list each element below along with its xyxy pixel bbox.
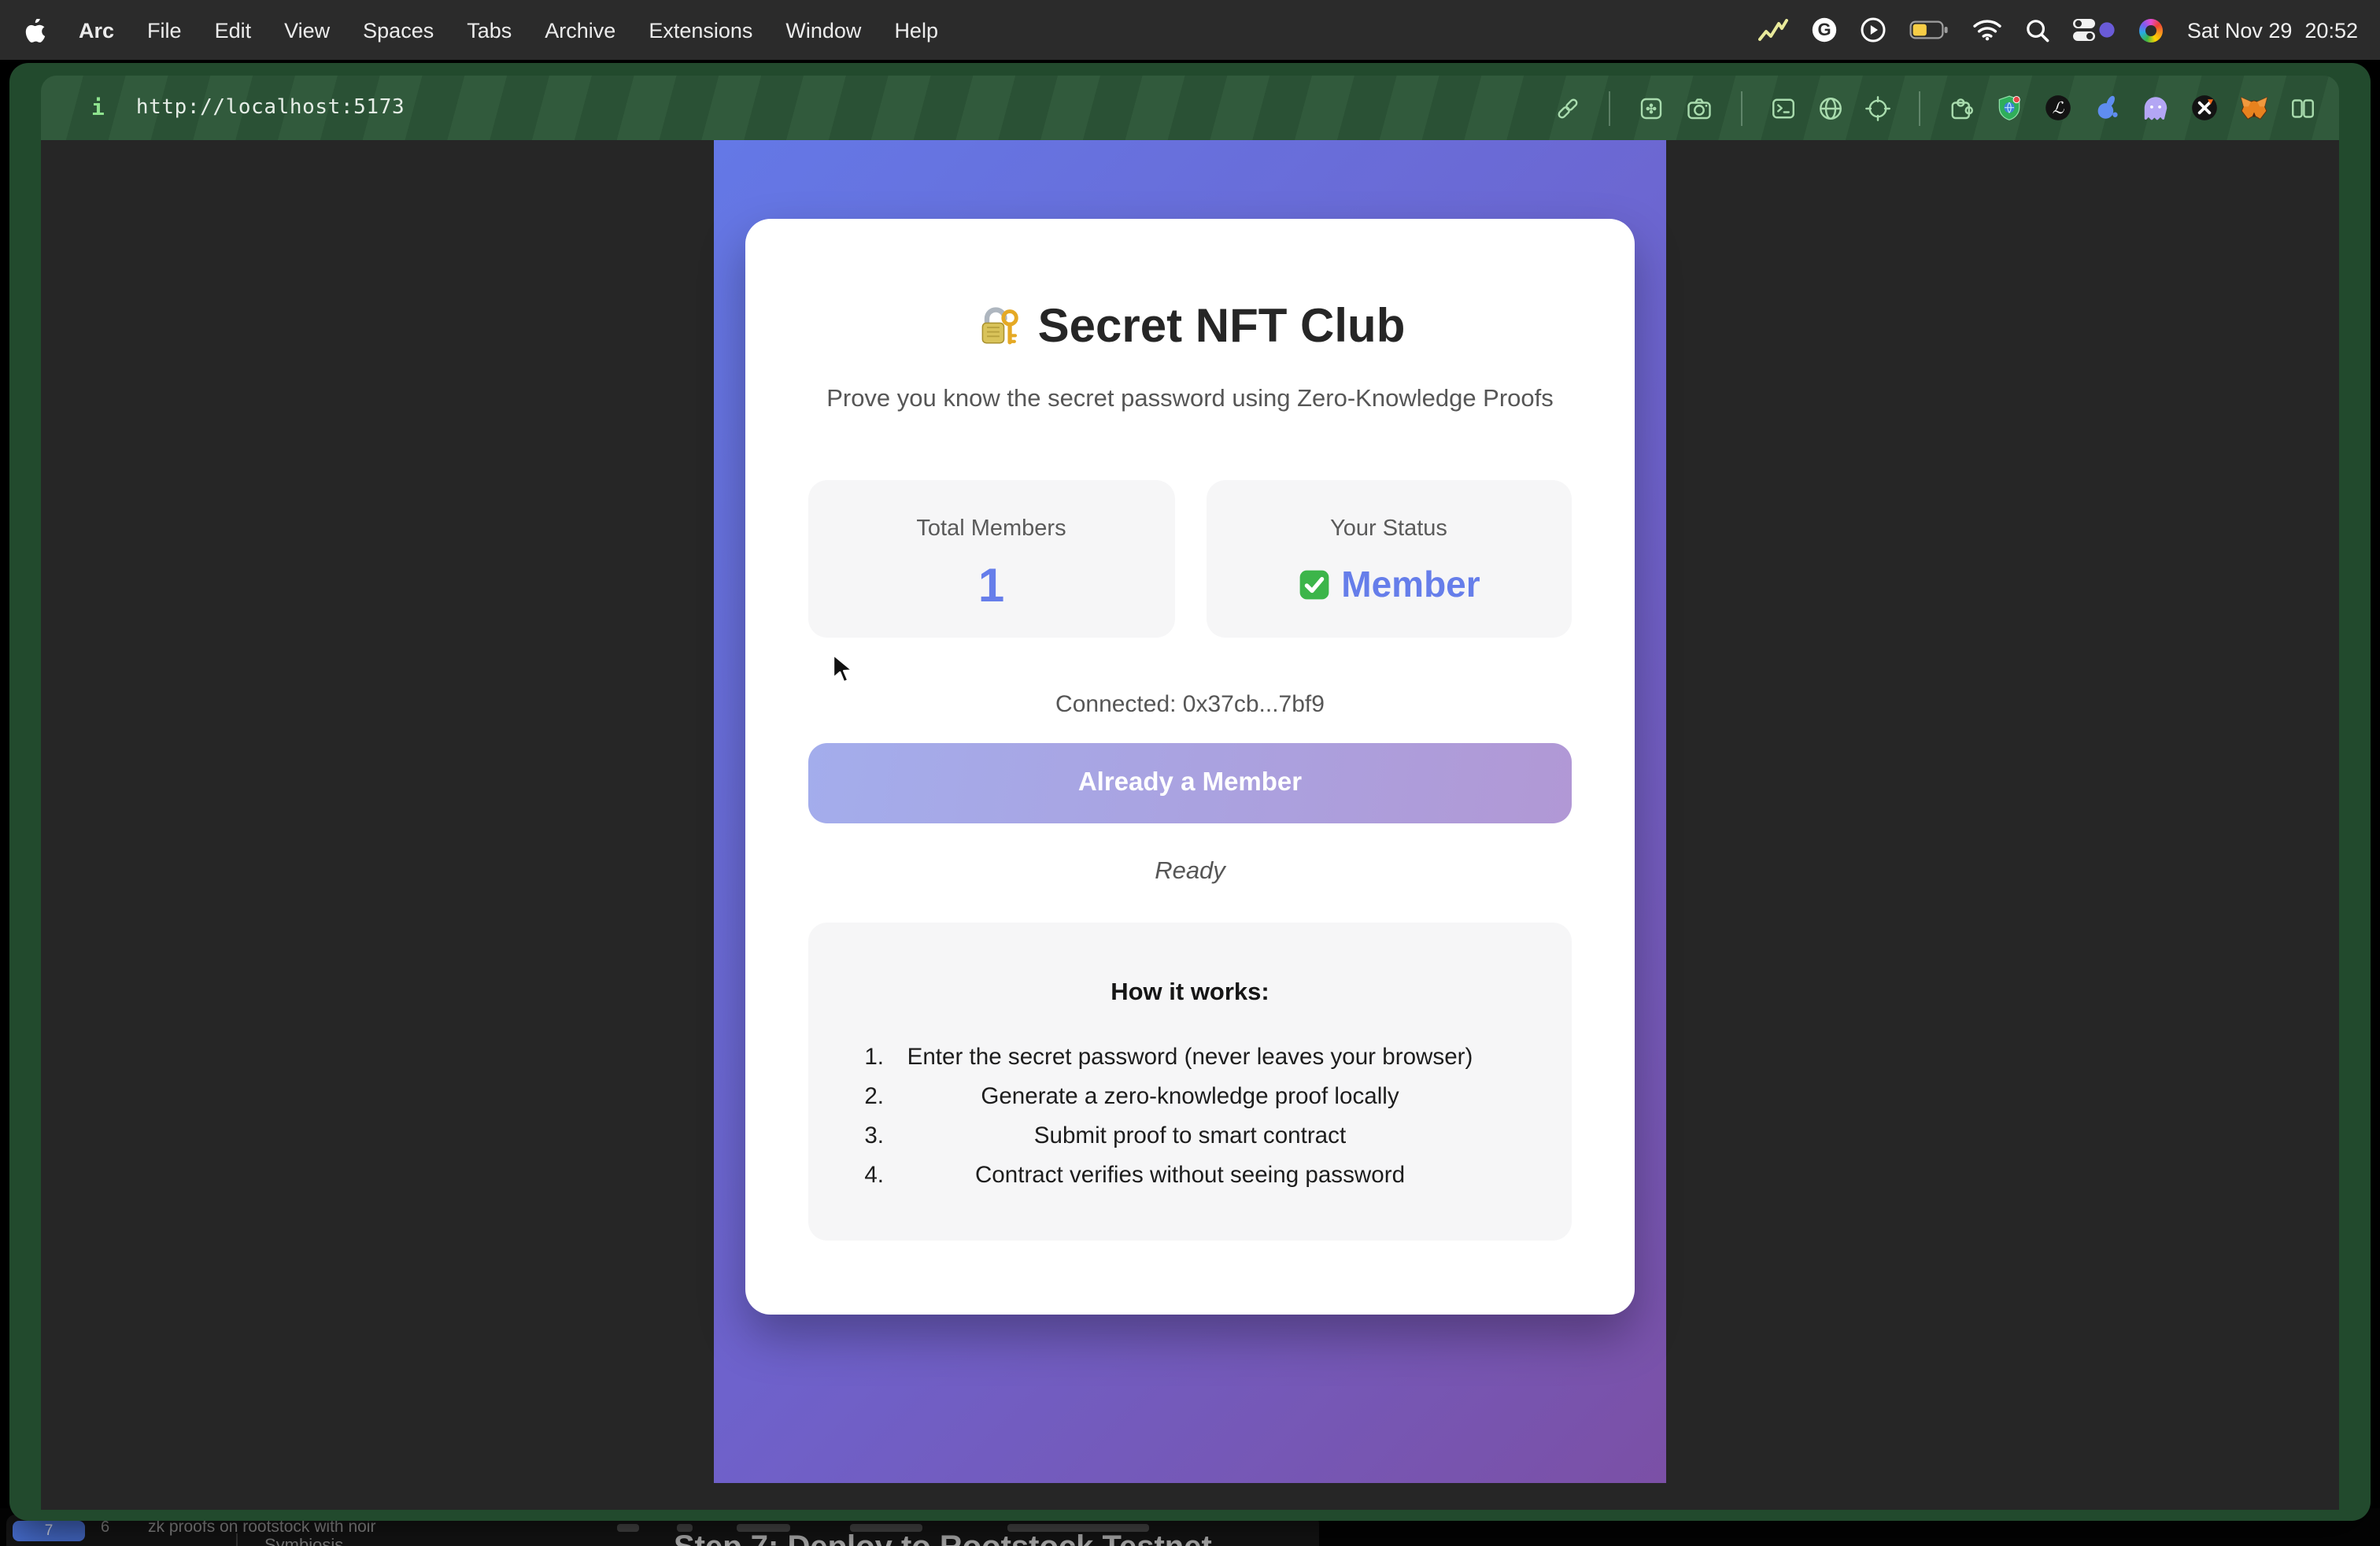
- arc-browser-window: i http://localhost:5173: [9, 63, 2371, 1521]
- list-item: 2. Generate a zero-knowledge proof local…: [808, 1078, 1572, 1118]
- menubar-time: 20:52: [2304, 18, 2358, 42]
- apple-icon[interactable]: [25, 18, 46, 42]
- url-text[interactable]: http://localhost:5173: [136, 96, 405, 120]
- your-status-box: Your Status Member: [1206, 480, 1572, 638]
- background-divider: [236, 1533, 238, 1546]
- step-text: Generate a zero-knowledge proof locally: [808, 1078, 1572, 1118]
- how-it-works-heading: How it works:: [808, 923, 1572, 1008]
- rabbit-icon[interactable]: [2092, 93, 2122, 123]
- check-mark-emoji: [1297, 568, 1330, 601]
- step-number: 2.: [849, 1078, 884, 1118]
- menubar-clock[interactable]: Sat Nov 29 20:52: [2187, 18, 2358, 42]
- how-it-works-box: How it works: 1. Enter the secret passwo…: [808, 923, 1572, 1241]
- list-item: 1. Enter the secret password (never leav…: [808, 1039, 1572, 1078]
- total-members-value: 1: [808, 560, 1174, 614]
- menu-spaces[interactable]: Spaces: [363, 18, 434, 42]
- loom-icon[interactable]: ℒ: [2043, 93, 2073, 123]
- page-gradient-background: Secret NFT Club Prove you know the secre…: [714, 140, 1666, 1483]
- svg-text:G: G: [1818, 20, 1831, 39]
- page-title: Secret NFT Club: [745, 219, 1635, 354]
- adguard-shield-icon[interactable]: [1994, 93, 2024, 123]
- menu-edit[interactable]: Edit: [215, 18, 252, 42]
- split-view-icon[interactable]: [2289, 94, 2317, 122]
- list-item: 4. Contract verifies without seeing pass…: [808, 1157, 1572, 1196]
- menu-archive[interactable]: Archive: [545, 18, 615, 42]
- page-subtitle: Prove you know the secret password using…: [745, 386, 1635, 414]
- puzzle-extensions-icon[interactable]: [1947, 94, 1975, 122]
- menu-extensions[interactable]: Extensions: [649, 18, 752, 42]
- toolbar-divider: [1609, 91, 1610, 125]
- your-status-label: Your Status: [1206, 480, 1572, 542]
- mouse-cursor: [831, 653, 856, 694]
- total-members-label: Total Members: [808, 480, 1174, 542]
- link-icon[interactable]: [1554, 94, 1582, 122]
- toolbar-divider: [1919, 91, 1920, 125]
- background-site-label: Symbiosis: [264, 1537, 343, 1546]
- browser-viewport: Secret NFT Club Prove you know the secre…: [41, 140, 2339, 1510]
- crosshair-icon[interactable]: [1864, 94, 1892, 122]
- macos-menu-bar: Arc File Edit View Spaces Tabs Archive E…: [0, 0, 2380, 60]
- your-status-value: Member: [1206, 564, 1572, 606]
- browser-toolbar: i http://localhost:5173: [41, 76, 2339, 140]
- toolbar-divider: [1741, 91, 1743, 125]
- menu-window[interactable]: Window: [785, 18, 861, 42]
- step-number: 3.: [849, 1118, 884, 1157]
- terminal-icon[interactable]: [1769, 94, 1798, 122]
- play-circle-icon[interactable]: [1861, 17, 1887, 43]
- x-wallet-icon[interactable]: [2190, 93, 2219, 123]
- site-info-icon[interactable]: i: [91, 95, 105, 120]
- secret-nft-club-card: Secret NFT Club Prove you know the secre…: [745, 219, 1635, 1315]
- menu-app-name[interactable]: Arc: [79, 18, 114, 42]
- menu-view[interactable]: View: [284, 18, 330, 42]
- screen: Arc File Edit View Spaces Tabs Archive E…: [0, 0, 2380, 1546]
- list-item: 3. Submit proof to smart contract: [808, 1118, 1572, 1157]
- already-a-member-button[interactable]: Already a Member: [808, 743, 1572, 823]
- url-bar[interactable]: i http://localhost:5173: [41, 95, 405, 120]
- lock-with-key-emoji: [975, 304, 1022, 351]
- control-center-icon[interactable]: [2074, 17, 2116, 43]
- phantom-wallet-icon[interactable]: [2141, 93, 2171, 123]
- menu-help[interactable]: Help: [894, 18, 938, 42]
- step-number: 4.: [849, 1157, 884, 1196]
- svg-text:ℒ: ℒ: [2053, 98, 2065, 117]
- background-doc-heading: Step 7: Deploy to Rootstock Testnet: [674, 1530, 1212, 1546]
- globe-icon[interactable]: [1816, 94, 1845, 122]
- connected-address: Connected: 0x37cb...7bf9: [745, 691, 1635, 718]
- wifi-icon[interactable]: [1973, 19, 2003, 41]
- how-it-works-list: 1. Enter the secret password (never leav…: [808, 1039, 1572, 1196]
- menu-file[interactable]: File: [147, 18, 182, 42]
- spotlight-search-icon[interactable]: [2027, 18, 2050, 42]
- status-text: Ready: [745, 858, 1635, 886]
- member-text: Member: [1341, 564, 1480, 606]
- step-text: Submit proof to smart contract: [808, 1118, 1572, 1157]
- stats-row: Total Members 1 Your Status Member: [808, 480, 1572, 638]
- background-tab-badge[interactable]: 7: [13, 1521, 85, 1541]
- battery-icon[interactable]: [1910, 19, 1949, 41]
- background-toolbar-icons: [617, 1524, 639, 1532]
- total-members-box: Total Members 1: [808, 480, 1174, 638]
- background-tab-count: 6: [101, 1519, 109, 1537]
- menubar-date: Sat Nov 29: [2187, 18, 2293, 42]
- camera-icon[interactable]: [1684, 94, 1714, 122]
- metamask-fox-icon[interactable]: [2238, 93, 2270, 123]
- flower-capture-icon[interactable]: [1637, 94, 1665, 122]
- menu-tabs[interactable]: Tabs: [467, 18, 512, 42]
- step-number: 1.: [849, 1039, 884, 1078]
- step-text: Contract verifies without seeing passwor…: [808, 1157, 1572, 1196]
- grammarly-icon[interactable]: G: [1813, 17, 1838, 43]
- stocks-icon[interactable]: [1759, 18, 1789, 42]
- step-text: Enter the secret password (never leaves …: [808, 1039, 1572, 1078]
- page-title-text: Secret NFT Club: [1038, 301, 1406, 354]
- rainbow-ring-icon[interactable]: [2140, 18, 2164, 42]
